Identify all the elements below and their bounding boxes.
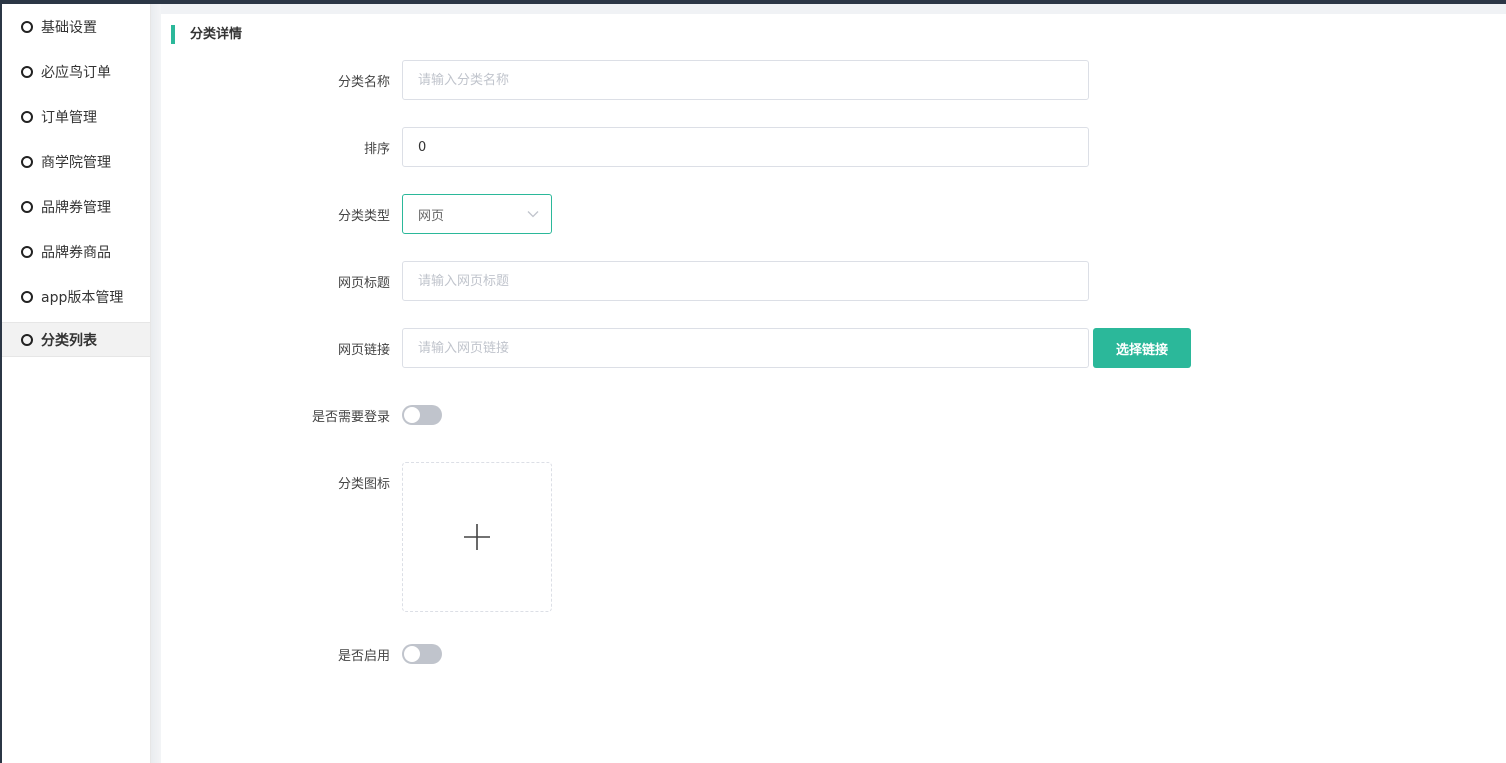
sidebar-item-app-version-management[interactable]: app版本管理 <box>2 274 150 319</box>
form-row-sort: 排序 <box>161 127 1089 167</box>
circle-icon <box>21 155 33 168</box>
form-row-icon: 分类图标 <box>161 462 552 612</box>
plus-icon <box>464 524 490 550</box>
icon-uploader[interactable] <box>402 462 552 612</box>
category-name-input[interactable] <box>402 60 1089 100</box>
circle-icon <box>21 200 33 213</box>
sidebar-item-label: 基础设置 <box>41 19 97 36</box>
web-title-input[interactable] <box>402 261 1089 301</box>
form-row-type: 分类类型 网页 <box>161 194 552 234</box>
sidebar-item-label: 品牌券商品 <box>41 244 111 261</box>
sort-label: 排序 <box>363 141 390 157</box>
web-title-label: 网页标题 <box>337 275 390 291</box>
chevron-down-icon <box>527 211 539 218</box>
sidebar-item-label: 品牌券管理 <box>41 199 111 216</box>
circle-icon <box>21 65 33 78</box>
sidebar-item-basic-settings[interactable]: 基础设置 <box>2 4 150 49</box>
name-label: 分类名称 <box>337 74 390 90</box>
type-label: 分类类型 <box>337 208 390 224</box>
top-bar <box>0 0 1506 4</box>
web-link-input[interactable] <box>402 328 1089 368</box>
sidebar-item-brand-coupon-management[interactable]: 品牌券管理 <box>2 184 150 229</box>
web-link-label: 网页链接 <box>337 342 390 358</box>
switch-knob <box>404 646 420 662</box>
sidebar-item-order-management[interactable]: 订单管理 <box>2 94 150 139</box>
category-type-select[interactable]: 网页 <box>402 194 552 234</box>
circle-icon <box>21 110 33 123</box>
category-type-value: 网页 <box>418 208 445 224</box>
enabled-switch[interactable] <box>402 644 442 664</box>
form-row-name: 分类名称 <box>161 60 1089 100</box>
sidebar-item-label: 分类列表 <box>41 332 97 349</box>
icon-label: 分类图标 <box>337 477 390 492</box>
section-title: 分类详情 <box>171 25 242 44</box>
form-row-web-title: 网页标题 <box>161 261 1089 301</box>
sidebar-item-label: 订单管理 <box>41 109 97 126</box>
sidebar-item-brand-coupon-products[interactable]: 品牌券商品 <box>2 229 150 274</box>
form-row-enabled: 是否启用 <box>161 644 442 664</box>
sidebar-item-label: app版本管理 <box>41 289 124 306</box>
main-content: 分类详情 分类名称 排序 分类类型 网页 网页标题 网页链接 选择链接 是否需要… <box>161 14 1506 763</box>
sidebar-item-category-list[interactable]: 分类列表 <box>2 322 150 357</box>
circle-icon <box>21 290 33 303</box>
sidebar-item-label: 必应鸟订单 <box>41 64 111 81</box>
require-login-label: 是否需要登录 <box>311 409 390 425</box>
form-row-require-login: 是否需要登录 <box>161 405 442 425</box>
sidebar-item-academy-management[interactable]: 商学院管理 <box>2 139 150 184</box>
circle-icon <box>21 245 33 258</box>
sidebar-item-label: 商学院管理 <box>41 154 111 171</box>
sort-input[interactable] <box>402 127 1089 167</box>
form-row-web-link: 网页链接 选择链接 <box>161 328 1191 368</box>
circle-icon <box>21 20 33 33</box>
circle-icon <box>21 333 33 346</box>
content-gutter <box>151 4 161 763</box>
sidebar: 基础设置 必应鸟订单 订单管理 商学院管理 品牌券管理 品牌券商品 app版本管… <box>2 4 151 763</box>
sidebar-item-biyingniao-orders[interactable]: 必应鸟订单 <box>2 49 150 94</box>
enabled-label: 是否启用 <box>337 648 390 664</box>
select-link-button[interactable]: 选择链接 <box>1093 328 1191 368</box>
require-login-switch[interactable] <box>402 405 442 425</box>
switch-knob <box>404 407 420 423</box>
